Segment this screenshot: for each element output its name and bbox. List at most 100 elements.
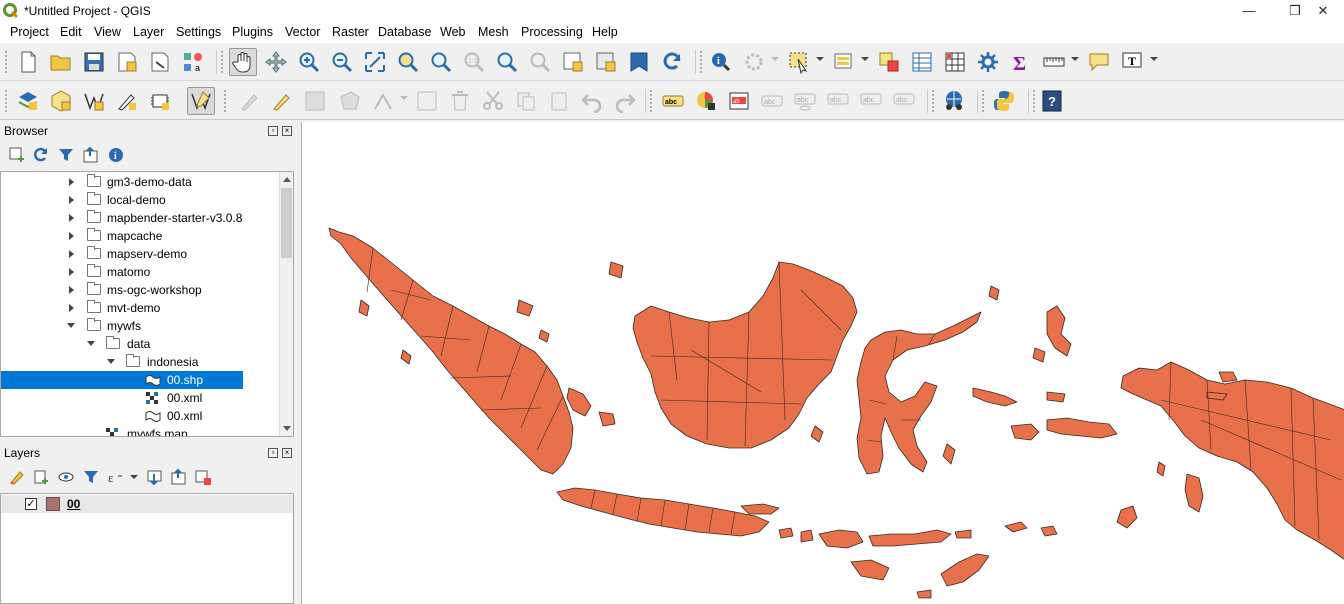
undo-icon[interactable] bbox=[578, 87, 606, 115]
zoom-next-icon[interactable] bbox=[526, 48, 554, 76]
rotate-label-icon[interactable]: abc bbox=[857, 87, 885, 115]
browser-scrollbar[interactable] bbox=[279, 172, 293, 436]
menu-help[interactable]: Help bbox=[592, 25, 618, 39]
toolbar-grip[interactable] bbox=[224, 90, 228, 112]
add-group-icon[interactable] bbox=[32, 468, 50, 486]
layer-visibility-checkbox[interactable]: ✓ bbox=[25, 498, 37, 510]
toolbar-grip[interactable] bbox=[221, 51, 225, 73]
close-button[interactable]: ✕ bbox=[1300, 1, 1344, 21]
filter-by-expression-icon[interactable]: ε bbox=[107, 468, 125, 486]
toolbar-grip[interactable] bbox=[982, 90, 986, 112]
redo-icon[interactable] bbox=[611, 87, 639, 115]
menu-layer[interactable]: Layer bbox=[133, 25, 164, 39]
menu-settings[interactable]: Settings bbox=[176, 25, 221, 39]
deselect-all-icon[interactable] bbox=[875, 48, 903, 76]
tree-item-indonesia[interactable]: indonesia bbox=[1, 353, 281, 371]
new-3d-map-icon[interactable] bbox=[592, 48, 620, 76]
toolbar-grip[interactable] bbox=[650, 90, 654, 112]
toolbar-grip[interactable] bbox=[700, 51, 704, 73]
attribute-table-icon[interactable] bbox=[908, 48, 936, 76]
tree-item-mapcache[interactable]: mapcache bbox=[1, 227, 281, 245]
zoom-full-icon[interactable] bbox=[361, 48, 389, 76]
undock-icon[interactable]: ▫ bbox=[268, 126, 278, 136]
labeling-icon[interactable]: abc bbox=[659, 87, 687, 115]
map-tips-icon[interactable] bbox=[1085, 48, 1113, 76]
delete-selected-icon[interactable] bbox=[446, 87, 474, 115]
show-hide-labels-icon[interactable]: abc bbox=[791, 87, 819, 115]
remove-layer-icon[interactable] bbox=[194, 468, 212, 486]
diagram-icon[interactable] bbox=[692, 87, 720, 115]
menu-vector[interactable]: Vector bbox=[285, 25, 320, 39]
cut-features-icon[interactable] bbox=[479, 87, 507, 115]
tree-item-data[interactable]: data bbox=[1, 335, 281, 353]
select-features-icon[interactable] bbox=[785, 48, 813, 76]
menu-view[interactable]: View bbox=[94, 25, 121, 39]
save-project-icon[interactable] bbox=[80, 48, 108, 76]
new-project-icon[interactable] bbox=[14, 48, 42, 76]
menu-web[interactable]: Web bbox=[440, 25, 465, 39]
layer-styling-icon[interactable] bbox=[8, 468, 26, 486]
new-spatialite-icon[interactable] bbox=[146, 87, 174, 115]
help-icon[interactable]: ? bbox=[1038, 87, 1066, 115]
toolbar-grip[interactable] bbox=[5, 90, 9, 112]
modify-attributes-icon[interactable] bbox=[413, 87, 441, 115]
pan-to-selection-icon[interactable] bbox=[262, 48, 290, 76]
tree-item-00-shp[interactable]: 00.shp bbox=[1, 371, 281, 389]
zoom-in-icon[interactable] bbox=[295, 48, 323, 76]
layer-row[interactable]: ✓ 00 bbox=[1, 495, 293, 513]
data-source-manager-icon[interactable] bbox=[14, 87, 42, 115]
new-geopackage-icon[interactable] bbox=[47, 87, 75, 115]
zoom-native-icon[interactable]: 1:1 bbox=[460, 48, 488, 76]
identify-icon[interactable]: i bbox=[707, 48, 735, 76]
change-label-icon[interactable]: abc bbox=[890, 87, 918, 115]
menu-plugins[interactable]: Plugins bbox=[232, 25, 273, 39]
tree-item-mywfs-map[interactable]: mywfs.map bbox=[1, 425, 281, 436]
field-calculator-icon[interactable] bbox=[941, 48, 969, 76]
zoom-out-icon[interactable] bbox=[328, 48, 356, 76]
filter-legend-icon[interactable] bbox=[82, 468, 100, 486]
save-as-icon[interactable] bbox=[113, 48, 141, 76]
openlayers-plugin-icon[interactable] bbox=[940, 87, 968, 115]
zoom-to-selection-icon[interactable] bbox=[394, 48, 422, 76]
manage-visibility-icon[interactable] bbox=[57, 468, 75, 486]
processing-toolbox-icon[interactable] bbox=[974, 48, 1002, 76]
vertex-tool-icon[interactable] bbox=[369, 87, 397, 115]
save-edits-icon[interactable] bbox=[301, 87, 329, 115]
toolbar-grip[interactable] bbox=[1033, 90, 1037, 112]
copy-features-icon[interactable] bbox=[512, 87, 540, 115]
panel-splitter[interactable] bbox=[294, 122, 301, 604]
add-feature-icon[interactable] bbox=[336, 87, 364, 115]
menu-database[interactable]: Database bbox=[378, 25, 432, 39]
python-console-icon[interactable] bbox=[990, 87, 1018, 115]
label-highlight-icon[interactable]: ab bbox=[725, 87, 753, 115]
refresh-icon[interactable] bbox=[658, 48, 686, 76]
tree-item-ms-ogc-workshop[interactable]: ms-ogc-workshop bbox=[1, 281, 281, 299]
tree-item-mapserv-demo[interactable]: mapserv-demo bbox=[1, 245, 281, 263]
close-panel-icon[interactable]: × bbox=[282, 126, 292, 136]
tree-item-matomo[interactable]: matomo bbox=[1, 263, 281, 281]
tree-item-gm3-demo-data[interactable]: gm3-demo-data bbox=[1, 173, 281, 191]
zoom-to-layer-icon[interactable] bbox=[427, 48, 455, 76]
open-project-icon[interactable] bbox=[47, 48, 75, 76]
collapse-all-layers-icon[interactable] bbox=[170, 468, 188, 486]
zoom-last-icon[interactable] bbox=[493, 48, 521, 76]
layer-name[interactable]: 00 bbox=[67, 497, 80, 511]
edit-pencil-icon[interactable] bbox=[268, 87, 296, 115]
tree-item-00-xml-vector[interactable]: 00.xml bbox=[1, 407, 281, 425]
tree-item-mvt-demo[interactable]: mvt-demo bbox=[1, 299, 281, 317]
new-temp-layer-icon[interactable] bbox=[113, 87, 141, 115]
layer-symbol-swatch[interactable] bbox=[46, 497, 60, 511]
toolbar-grip[interactable] bbox=[932, 90, 936, 112]
pin-labels-icon[interactable]: abc bbox=[758, 87, 786, 115]
text-annotation-icon[interactable]: T bbox=[1118, 48, 1146, 76]
tree-item-00-xml-raster[interactable]: 00.xml bbox=[1, 389, 281, 407]
menu-project[interactable]: Project bbox=[10, 25, 49, 39]
current-edits-icon[interactable] bbox=[236, 87, 264, 115]
print-layout-icon[interactable] bbox=[146, 48, 174, 76]
menu-raster[interactable]: Raster bbox=[332, 25, 369, 39]
move-label-icon[interactable]: abc bbox=[824, 87, 852, 115]
new-shapefile-icon[interactable] bbox=[80, 87, 108, 115]
measure-line-icon[interactable] bbox=[1040, 48, 1068, 76]
undock-icon[interactable]: ▫ bbox=[268, 448, 278, 458]
toolbar-grip[interactable] bbox=[5, 51, 9, 73]
